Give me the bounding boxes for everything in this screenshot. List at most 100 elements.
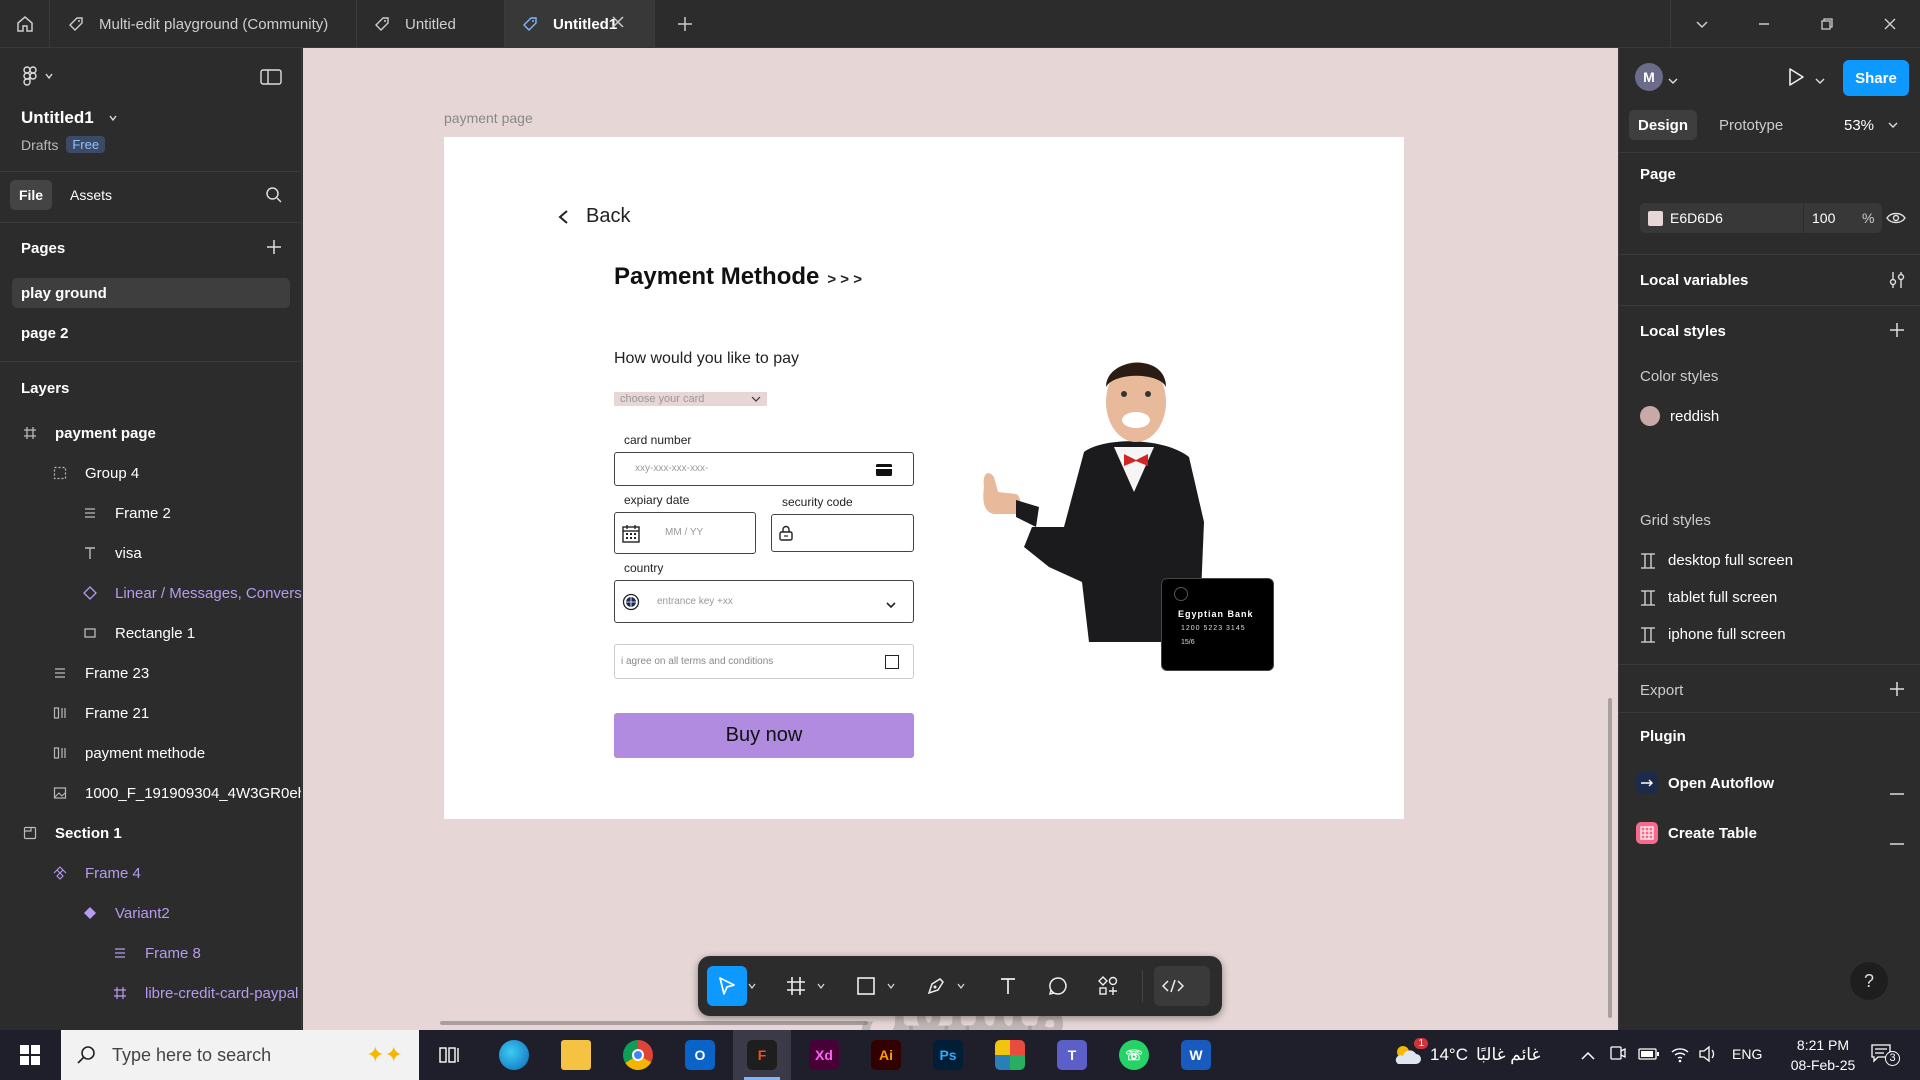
- back-link[interactable]: Back: [556, 205, 630, 228]
- close-window-icon[interactable]: [1858, 0, 1920, 48]
- meet-icon[interactable]: [1610, 1045, 1626, 1068]
- layer-frame-4[interactable]: Frame 4: [51, 853, 141, 893]
- comment-tool-button[interactable]: [1038, 966, 1078, 1006]
- tab-untitled1[interactable]: Untitled1: [505, 0, 655, 48]
- figma-app-icon[interactable]: F: [742, 1035, 782, 1075]
- adobe-xd-icon[interactable]: Xd: [804, 1035, 844, 1075]
- add-export-icon[interactable]: [1889, 681, 1905, 702]
- add-page-icon[interactable]: [266, 239, 282, 260]
- color-style-reddish[interactable]: reddish: [1640, 406, 1719, 426]
- home-icon[interactable]: [0, 0, 50, 48]
- main-menu-button[interactable]: [22, 66, 54, 86]
- search-icon[interactable]: [265, 186, 283, 209]
- photoshop-icon[interactable]: Ps: [928, 1035, 968, 1075]
- avatar[interactable]: M: [1635, 63, 1663, 91]
- layer-variant2[interactable]: Variant2: [81, 893, 170, 933]
- layer-visa[interactable]: visa: [81, 533, 142, 573]
- minus-icon[interactable]: [1889, 782, 1905, 800]
- local-variables-header[interactable]: Local variables: [1640, 272, 1748, 289]
- country-select[interactable]: entrance key +xx: [614, 580, 914, 623]
- help-button[interactable]: ?: [1850, 962, 1888, 1000]
- office-icon[interactable]: [990, 1035, 1030, 1075]
- plugin-create-table[interactable]: Create Table: [1636, 822, 1757, 844]
- weather-widget[interactable]: 1 14°C غائم غالبًا: [1392, 1038, 1540, 1072]
- frame-label[interactable]: payment page: [444, 110, 533, 126]
- tab-design[interactable]: Design: [1629, 110, 1698, 140]
- plugin-open-autoflow[interactable]: Open Autoflow: [1636, 772, 1774, 794]
- page-color-field[interactable]: E6D6D6 100 %: [1640, 203, 1882, 233]
- page-item-play-ground[interactable]: play ground: [12, 278, 290, 308]
- card-number-input[interactable]: xxy-xxx-xxx-xxx-: [614, 452, 914, 486]
- layer-image[interactable]: 1000_F_191909304_4W3GR0eh8t: [51, 773, 301, 813]
- canvas[interactable]: payment page Back Payment Methode > > > …: [303, 48, 1618, 1030]
- dev-mode-toggle[interactable]: [1154, 966, 1210, 1006]
- move-tool-dropdown[interactable]: [744, 966, 760, 1006]
- illustrator-icon[interactable]: Ai: [866, 1035, 906, 1075]
- whatsapp-icon[interactable]: ☏: [1114, 1035, 1154, 1075]
- security-code-input[interactable]: [771, 514, 914, 552]
- taskbar-search-box[interactable]: Type here to search ✦✦: [61, 1030, 419, 1080]
- tab-untitled[interactable]: Untitled: [357, 0, 505, 48]
- tab-file[interactable]: File: [10, 180, 52, 210]
- pen-tool-button[interactable]: [916, 966, 956, 1006]
- zoom-control[interactable]: 53%: [1844, 110, 1898, 140]
- layer-frame-2[interactable]: Frame 2: [81, 493, 171, 533]
- eye-icon[interactable]: [1886, 211, 1906, 230]
- layer-payment-methode[interactable]: payment methode: [51, 733, 205, 773]
- grid-style-desktop[interactable]: desktop full screen: [1640, 552, 1793, 569]
- page-opacity[interactable]: 100: [1812, 210, 1835, 226]
- frame-tool-button[interactable]: [776, 966, 816, 1006]
- move-tool-button[interactable]: [707, 966, 747, 1006]
- minus-icon[interactable]: [1889, 832, 1905, 850]
- task-view-icon[interactable]: [430, 1035, 470, 1075]
- word-icon[interactable]: W: [1176, 1035, 1216, 1075]
- plan-badge[interactable]: Free: [66, 136, 106, 153]
- choose-card-dropdown[interactable]: choose your card: [614, 392, 767, 406]
- new-tab-icon[interactable]: [675, 14, 695, 39]
- close-tab-icon[interactable]: [610, 14, 640, 34]
- actions-tool-button[interactable]: [1088, 966, 1128, 1006]
- layer-linear-messages[interactable]: Linear / Messages, Conversation: [81, 573, 301, 613]
- text-tool-button[interactable]: [988, 966, 1028, 1006]
- sidebar-toggle-icon[interactable]: [260, 68, 282, 91]
- horizontal-scrollbar[interactable]: [440, 1021, 868, 1025]
- file-name[interactable]: Untitled1: [21, 108, 118, 128]
- play-icon[interactable]: [1787, 67, 1805, 92]
- page-item-page-2[interactable]: page 2: [12, 318, 290, 348]
- layer-group-4[interactable]: Group 4: [51, 453, 139, 493]
- variables-icon[interactable]: [1889, 271, 1905, 294]
- layer-frame-21[interactable]: Frame 21: [51, 693, 149, 733]
- page-color-swatch[interactable]: [1648, 211, 1663, 226]
- language-indicator[interactable]: ENG: [1732, 1046, 1762, 1062]
- chrome-icon[interactable]: [618, 1035, 658, 1075]
- windows-start-icon[interactable]: [10, 1035, 50, 1075]
- expiry-input[interactable]: MM / YY: [614, 512, 756, 554]
- notification-icon[interactable]: 3: [1870, 1043, 1900, 1068]
- teams-icon[interactable]: T: [1052, 1035, 1092, 1075]
- chevron-up-icon[interactable]: [1580, 1048, 1596, 1066]
- volume-icon[interactable]: [1698, 1045, 1718, 1068]
- layer-frame-8[interactable]: Frame 8: [111, 933, 201, 973]
- edge-icon[interactable]: [494, 1035, 534, 1075]
- page-color-hex[interactable]: E6D6D6: [1670, 210, 1723, 226]
- vertical-scrollbar[interactable]: [1608, 698, 1612, 1018]
- layer-rectangle-1[interactable]: Rectangle 1: [81, 613, 195, 653]
- clock[interactable]: 8:21 PM 08-Feb-25: [1778, 1035, 1868, 1075]
- wifi-icon[interactable]: [1670, 1045, 1690, 1068]
- share-button[interactable]: Share: [1843, 60, 1909, 96]
- minimize-icon[interactable]: [1732, 0, 1796, 48]
- chevron-down-icon[interactable]: [1670, 0, 1734, 48]
- pen-tool-dropdown[interactable]: [953, 966, 969, 1006]
- chevron-down-icon[interactable]: [1668, 72, 1678, 90]
- layer-credit-card-paypal[interactable]: libre-credit-card-paypal: [111, 973, 298, 1013]
- battery-icon[interactable]: [1638, 1047, 1660, 1066]
- buy-now-button[interactable]: Buy now: [614, 713, 914, 758]
- tab-multi-edit-playground[interactable]: Multi-edit playground (Community): [51, 0, 357, 48]
- restore-icon[interactable]: [1795, 0, 1859, 48]
- terms-checkbox[interactable]: [885, 655, 899, 669]
- tab-assets[interactable]: Assets: [60, 180, 122, 210]
- rectangle-tool-button[interactable]: [846, 966, 886, 1006]
- grid-style-iphone[interactable]: iphone full screen: [1640, 626, 1786, 643]
- layer-frame-23[interactable]: Frame 23: [51, 653, 149, 693]
- chevron-down-icon[interactable]: [1815, 72, 1825, 90]
